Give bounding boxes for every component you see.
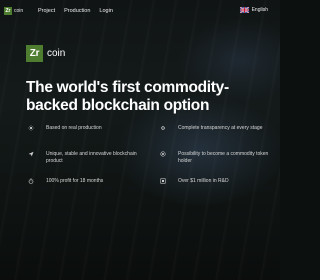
logo-mark: Zr bbox=[4, 7, 12, 15]
send-icon bbox=[28, 151, 34, 157]
feature-item: Possibility to become a commodity token … bbox=[160, 151, 275, 164]
logo-text: coin bbox=[14, 8, 24, 14]
box-icon bbox=[160, 178, 166, 184]
main-nav: Project Production Login bbox=[38, 8, 113, 14]
nav-production[interactable]: Production bbox=[64, 8, 90, 14]
page: Zr coin Project Production Login English… bbox=[0, 0, 280, 280]
feature-item: Over $1 million in R&D bbox=[160, 178, 275, 185]
hero-logo-mark: Zr bbox=[26, 45, 43, 62]
header-logo[interactable]: Zr coin bbox=[4, 7, 23, 15]
feature-text: Based on real production bbox=[46, 125, 102, 131]
language-label: English bbox=[251, 7, 268, 13]
feature-text: 100% profit for 18 months bbox=[46, 178, 104, 184]
feature-item: Unique, stable and innovative blockchain… bbox=[28, 151, 143, 164]
feature-text: Over $1 million in R&D bbox=[178, 178, 229, 184]
gear-icon bbox=[160, 125, 166, 131]
hero-logo-text: coin bbox=[47, 48, 66, 59]
feature-text: Possibility to become a commodity token … bbox=[178, 151, 269, 164]
stopwatch-icon bbox=[28, 178, 34, 184]
uk-flag-icon bbox=[239, 7, 249, 13]
hero-headline: The world's first commodity-backed block… bbox=[26, 79, 229, 114]
sun-icon bbox=[28, 125, 34, 131]
feature-item: 100% profit for 18 months bbox=[28, 178, 143, 185]
coin-icon bbox=[160, 151, 166, 157]
nav-login[interactable]: Login bbox=[99, 8, 112, 14]
language-selector[interactable]: English bbox=[239, 7, 268, 13]
header: Zr coin Project Production Login English bbox=[0, 0, 280, 24]
feature-item: Complete transparency at every stage bbox=[160, 125, 275, 132]
hero-logo: Zr coin bbox=[26, 45, 65, 62]
feature-item: Based on real production bbox=[28, 125, 143, 132]
feature-text: Complete transparency at every stage bbox=[178, 125, 263, 131]
nav-project[interactable]: Project bbox=[38, 8, 55, 14]
feature-text: Unique, stable and innovative blockchain… bbox=[46, 151, 137, 164]
